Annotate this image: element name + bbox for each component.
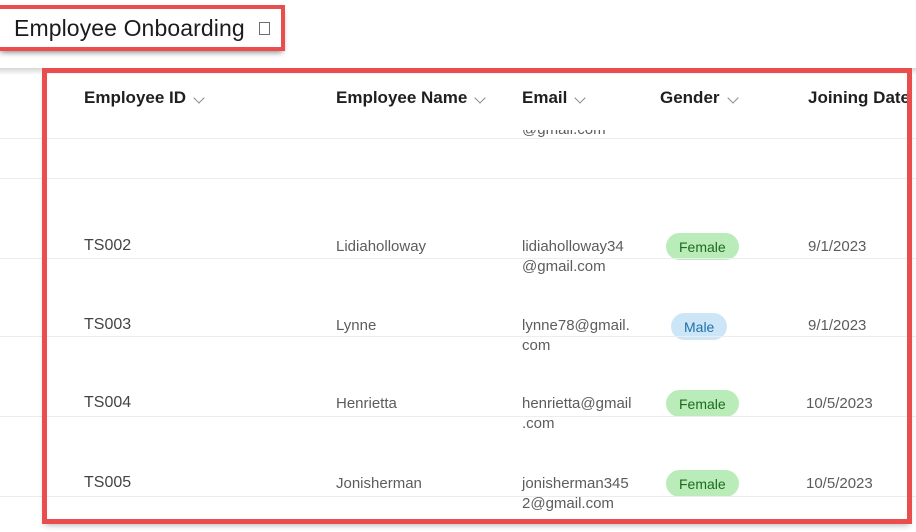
- row-divider: [0, 336, 916, 337]
- chevron-down-icon[interactable]: [729, 93, 740, 104]
- status-badge-gender: Female: [666, 470, 739, 497]
- empty-square-icon: [258, 21, 270, 35]
- table-header-row: Employee ID Employee Name Email Gender J…: [0, 68, 916, 130]
- cell-employee-id: TS003: [84, 316, 132, 333]
- cell-employee-id: TS002: [84, 237, 132, 254]
- column-header-label: Email: [522, 88, 568, 107]
- row-divider: [0, 496, 916, 497]
- cell-employee-name: Lynne: [336, 317, 377, 334]
- status-badge-gender: Female: [666, 390, 739, 417]
- row-divider: [0, 416, 916, 417]
- row-divider: [0, 138, 916, 139]
- cell-employee-id: TS004: [84, 394, 132, 411]
- table-row[interactable]: TS004 Henrietta henrietta@gmail .com Fem…: [0, 336, 916, 432]
- table-row[interactable]: TS005 Jonisherman jonisherman345 2@gmail…: [0, 416, 916, 512]
- table-row[interactable]: TS003 Lynne lynne78@gmail. com Male 9/1/…: [0, 258, 916, 354]
- row-divider: [0, 258, 916, 259]
- column-header-label: Gender: [660, 88, 720, 107]
- page-title-bar: Employee Onboarding: [0, 5, 285, 51]
- column-header-gender[interactable]: Gender: [660, 88, 740, 108]
- cell-employee-name: Jonisherman: [336, 475, 422, 492]
- cell-joining-date: 9/1/2023: [808, 317, 867, 334]
- cell-joining-date: 10/5/2023: [806, 475, 873, 492]
- page-title: Employee Onboarding: [14, 14, 245, 41]
- table-scroll-area[interactable]: @gmail.com TS002 Lidiaholloway lidiaholl…: [0, 62, 916, 532]
- status-badge-gender: Female: [666, 233, 739, 260]
- column-header-label: Joining Date: [808, 88, 911, 107]
- table-row[interactable]: TS002 Lidiaholloway lidiaholloway34 @gma…: [0, 178, 916, 275]
- cell-joining-date: 10/5/2023: [806, 395, 873, 412]
- column-header-joining-date[interactable]: Joining Date: [808, 88, 916, 108]
- column-header-email[interactable]: Email: [522, 88, 587, 108]
- cell-employee-id: TS005: [84, 474, 132, 491]
- cell-joining-date: 9/1/2023: [808, 238, 867, 255]
- chevron-down-icon[interactable]: [476, 93, 487, 104]
- employee-table: @gmail.com TS002 Lidiaholloway lidiaholl…: [0, 62, 916, 532]
- column-header-employee-name[interactable]: Employee Name: [336, 88, 487, 108]
- column-header-employee-id[interactable]: Employee ID: [84, 88, 206, 108]
- row-divider: [0, 178, 916, 179]
- cell-employee-name: Lidiaholloway: [336, 238, 427, 255]
- table-row[interactable]: TS006 Daniel danialkuree234 @gmail.com M…: [0, 496, 916, 532]
- cell-employee-name: Henrietta: [336, 395, 397, 412]
- column-header-label: Employee ID: [84, 88, 187, 107]
- column-header-label: Employee Name: [336, 88, 468, 107]
- chevron-down-icon[interactable]: [195, 93, 206, 104]
- chevron-down-icon[interactable]: [576, 93, 587, 104]
